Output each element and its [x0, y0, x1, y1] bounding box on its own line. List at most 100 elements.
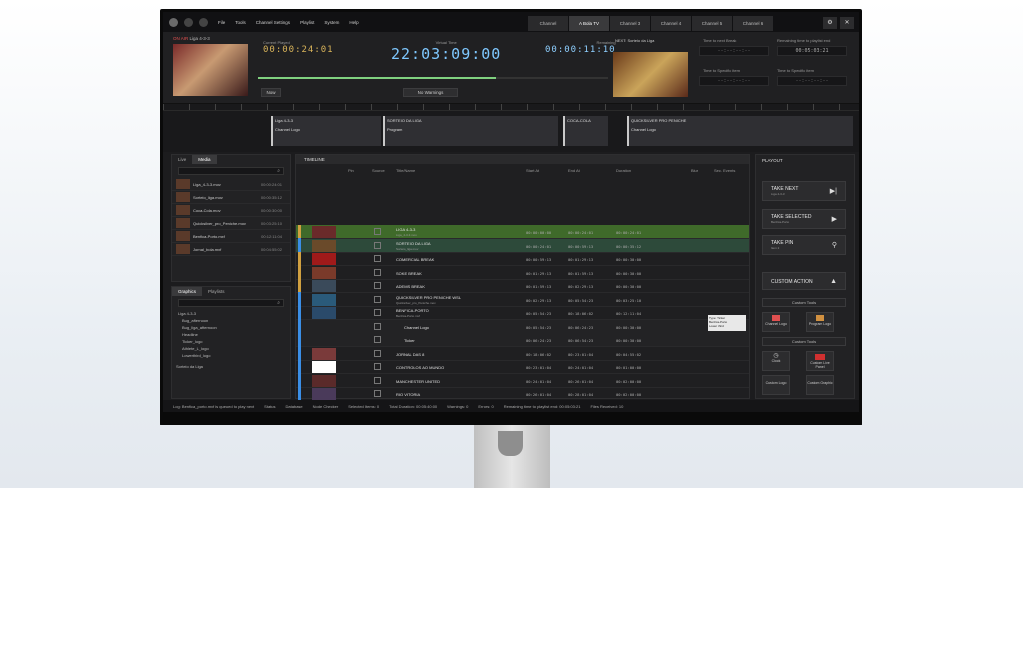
row-start: 00:18:06:02: [526, 351, 552, 357]
table-row[interactable]: JORNAL DAS 8 00:18:06:02 00:23:01:04 00:04:…: [296, 346, 749, 361]
menu-playlist[interactable]: Playlist: [300, 20, 314, 25]
graphics-tree-item[interactable]: Lowerthird_logo: [172, 352, 290, 359]
tab-a-bola-tv[interactable]: A Bola TV: [569, 16, 609, 31]
status-indicator[interactable]: Status: [264, 404, 275, 409]
node-checker-indicator[interactable]: Node Checker: [313, 404, 339, 409]
tab-channel-4[interactable]: Channel 4: [651, 16, 691, 31]
tab-channel-6[interactable]: Channel 6: [733, 16, 773, 31]
row-thumbnail: [312, 253, 336, 265]
database-indicator[interactable]: Database: [286, 404, 303, 409]
tab-live[interactable]: Live: [172, 155, 192, 164]
menu-file[interactable]: File: [218, 20, 225, 25]
row-end: 00:28:01:04: [568, 392, 594, 397]
channel-logo-icon: [772, 315, 780, 321]
now-button[interactable]: Now: [261, 88, 281, 97]
row-end: 00:26:01:04: [568, 378, 594, 384]
row-title: LIGA 4-3-3: [396, 227, 416, 232]
col-source[interactable]: Source: [372, 168, 385, 173]
row-duration: 00:02:00:00: [616, 378, 642, 384]
current-played-timecode: 00:00:24:01: [263, 45, 334, 55]
col-blur[interactable]: Blur: [691, 168, 698, 173]
media-item[interactable]: Coca-Cola.mov 00:00:30:00: [172, 204, 290, 217]
table-row[interactable]: Ticker 00:06:24:23 00:06:54:23 00:00:30:00: [296, 332, 749, 347]
table-row[interactable]: ADEMS BREAK 00:01:59:13 00:02:29:13 00:00:3…: [296, 278, 749, 293]
table-row[interactable]: MANCHESTER UNITED 00:24:01:04 00:26:01:04 0…: [296, 373, 749, 388]
take-selected-sub: Benfica-Porto: [771, 220, 790, 224]
tab-channel[interactable]: Channel: [528, 16, 568, 31]
warnings-button[interactable]: No Warnings: [403, 88, 458, 97]
media-item[interactable]: Sorteio_liga.mov 00:00:35:12: [172, 191, 290, 204]
media-item[interactable]: Quicksilver_pro_Peniche.mov 00:03:25:10: [172, 217, 290, 230]
graphics-tree-item[interactable]: Ticker_logo: [172, 338, 290, 345]
graphics-tree-item[interactable]: Headline: [172, 331, 290, 338]
graphics-tree-item[interactable]: Bug_liga_afternoon: [172, 324, 290, 331]
channel-logo-button[interactable]: Channel Logo: [762, 312, 790, 332]
source-icon: [374, 295, 381, 303]
menu-channel-settings[interactable]: Channel Settings: [256, 20, 290, 25]
table-row[interactable]: Channel Logo 00:05:54:23 00:06:24:23 00:00:…: [296, 319, 749, 334]
program-logo-button[interactable]: Program Logo: [806, 312, 834, 332]
row-thumbnail: [312, 293, 336, 306]
col-sec-events[interactable]: Sec. Events: [714, 168, 735, 173]
table-row[interactable]: BENFICA-PORTO Benfica-Porto.mxf 00:05:54:2…: [296, 305, 749, 320]
row-duration: 00:01:00:00: [616, 365, 642, 370]
graphics-tree-item[interactable]: Liga 4-3-3: [172, 310, 290, 317]
col-title[interactable]: Title/Name: [396, 168, 415, 173]
ruler-block-sub: Channel Logo: [275, 127, 300, 132]
take-pin-button[interactable]: TAKE PIN Item 2 ⚲: [762, 235, 846, 255]
remaining-playlist-value: 00:05:03:21: [777, 46, 847, 56]
tab-playlists[interactable]: Playlists: [202, 287, 231, 296]
clock-button[interactable]: ◷ Clock: [762, 351, 790, 371]
back-icon[interactable]: [184, 17, 193, 27]
table-row[interactable]: SORTEIO DA LIGA Sorteio_liga.mov 00:00:24:…: [296, 238, 749, 253]
tab-channel-3[interactable]: Channel 3: [610, 16, 650, 31]
media-thumbnail: [176, 179, 190, 189]
status-message: Log: Benfica_porto.mxf is queued to play…: [173, 403, 255, 409]
graphics-tree-item[interactable]: Bug_afternoon: [172, 317, 290, 324]
row-start: 00:01:59:13: [526, 284, 552, 289]
table-row[interactable]: CONTROLOS AO MUNDO 00:23:01:04 00:24:01:04…: [296, 359, 749, 374]
timeline-ruler[interactable]: Liga 4-3-3 Channel Logo SORTEIO DA LIGA …: [163, 104, 859, 152]
settings-icon[interactable]: ⚙: [823, 17, 837, 29]
table-row[interactable]: SOKE BREAK 00:01:29:13 00:01:59:13 00:00:30…: [296, 265, 749, 280]
media-search-input[interactable]: ⌕: [178, 167, 284, 175]
col-duration[interactable]: Duration: [616, 168, 631, 173]
custom-live-button[interactable]: Custom Live Panel: [806, 351, 834, 371]
custom-graphic-button[interactable]: Custom Graphic: [806, 375, 834, 395]
tab-channel-5[interactable]: Channel 5: [692, 16, 732, 31]
col-end[interactable]: End At: [568, 168, 580, 173]
graphics-tree-item[interactable]: Athlete_L_logo: [172, 345, 290, 352]
graphics-folder-footer[interactable]: Sorteio da Liga: [172, 363, 290, 370]
ruler-block-2[interactable]: SORTEIO DA LIGA Program: [383, 116, 558, 146]
table-row[interactable]: QUICKSILVER PRO PENICHE WSL Quicksilver_p…: [296, 292, 749, 307]
selected-items-count: Selected Items: 0: [348, 403, 380, 409]
ruler-block-1[interactable]: Liga 4-3-3 Channel Logo: [271, 116, 381, 146]
menu-system[interactable]: System: [324, 20, 339, 25]
ruler-block-3[interactable]: COCA-COLA: [563, 116, 608, 146]
table-row[interactable]: LIGA 4-3-3 Liga_4-3-3.mov 00:00:00:00 00:00…: [296, 224, 749, 239]
graphics-search-input[interactable]: ⌕: [178, 299, 284, 307]
row-duration: 00:00:30:00: [616, 324, 642, 330]
media-item[interactable]: Benfica-Porto.mxf 00:12:11:04: [172, 230, 290, 243]
menu-help[interactable]: Help: [349, 20, 358, 25]
custom-logo-button[interactable]: Custom Logo: [762, 375, 790, 395]
close-icon[interactable]: ✕: [840, 17, 854, 29]
media-thumbnail: [176, 192, 190, 202]
media-item[interactable]: Liga_4-3-3.mov 00:00:24:01: [172, 178, 290, 191]
take-selected-button[interactable]: TAKE SELECTED Benfica-Porto ▶: [762, 209, 846, 229]
custom-action-button[interactable]: CUSTOM ACTION ▲: [762, 272, 846, 290]
forward-icon[interactable]: [199, 17, 208, 27]
menu-tools[interactable]: Tools: [235, 20, 246, 25]
take-next-button[interactable]: TAKE NEXT Liga 4-3-3 ▶|: [762, 181, 846, 201]
ruler-block-4[interactable]: QUICKSILVER PRO PENICHE Channel Logo: [627, 116, 853, 146]
tab-media[interactable]: Media: [192, 155, 217, 164]
media-item[interactable]: Jornal_bola.mxf 00:04:55:02: [172, 243, 290, 256]
col-pin[interactable]: Pin: [348, 168, 354, 173]
table-row[interactable]: COMERCIAL BREAK 00:00:59:13 00:01:29:13 00:…: [296, 251, 749, 266]
col-start[interactable]: Start At: [526, 168, 539, 173]
source-icon: [374, 322, 381, 330]
media-thumbnail: [176, 205, 190, 215]
tab-graphics[interactable]: Graphics: [172, 287, 203, 296]
source-icon: [374, 376, 381, 384]
table-row[interactable]: RIO VITORIA 00:26:01:04 00:28:01:04 00:02:0…: [296, 386, 749, 401]
